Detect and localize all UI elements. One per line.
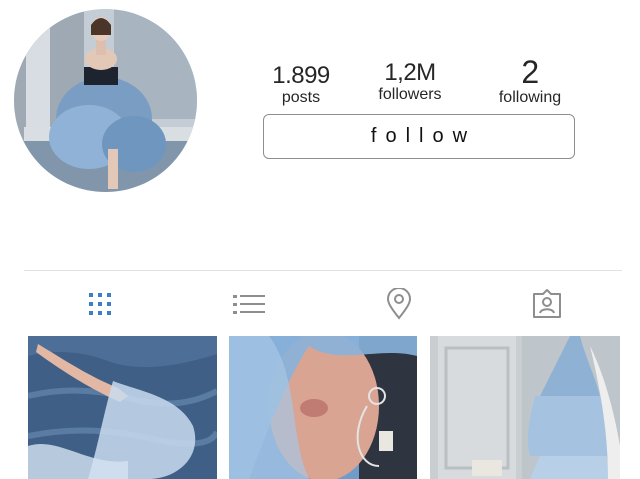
grid-icon <box>89 293 111 315</box>
avatar-photo <box>14 9 197 192</box>
photo-tile[interactable] <box>229 336 417 479</box>
followers-count: 1,2M <box>384 59 436 86</box>
profile-avatar[interactable] <box>14 9 197 192</box>
following-label: following <box>498 89 562 106</box>
photo-tile[interactable] <box>430 336 620 479</box>
photo-image <box>28 336 217 479</box>
tab-tagged[interactable] <box>527 286 567 322</box>
tab-grid[interactable] <box>80 286 120 322</box>
followers-stat[interactable]: 1,2M followers <box>370 61 450 103</box>
photo-image <box>430 336 620 479</box>
followers-label: followers <box>378 86 442 103</box>
photo-image <box>229 336 417 479</box>
tab-location[interactable] <box>379 286 419 322</box>
following-count: 2 <box>521 54 539 90</box>
following-stat[interactable]: 2 following <box>490 56 570 106</box>
posts-count: 1.899 <box>272 62 330 89</box>
follow-button[interactable]: follow <box>263 114 575 159</box>
follow-button-label: follow <box>370 125 477 147</box>
list-icon <box>233 295 265 314</box>
photo-tile[interactable] <box>28 336 217 479</box>
posts-stat[interactable]: 1.899 posts <box>266 64 336 106</box>
posts-label: posts <box>281 89 321 106</box>
tabs-divider <box>24 270 622 271</box>
tagged-person-icon <box>533 289 561 318</box>
location-pin-icon <box>386 288 412 320</box>
tab-list[interactable] <box>229 286 269 322</box>
